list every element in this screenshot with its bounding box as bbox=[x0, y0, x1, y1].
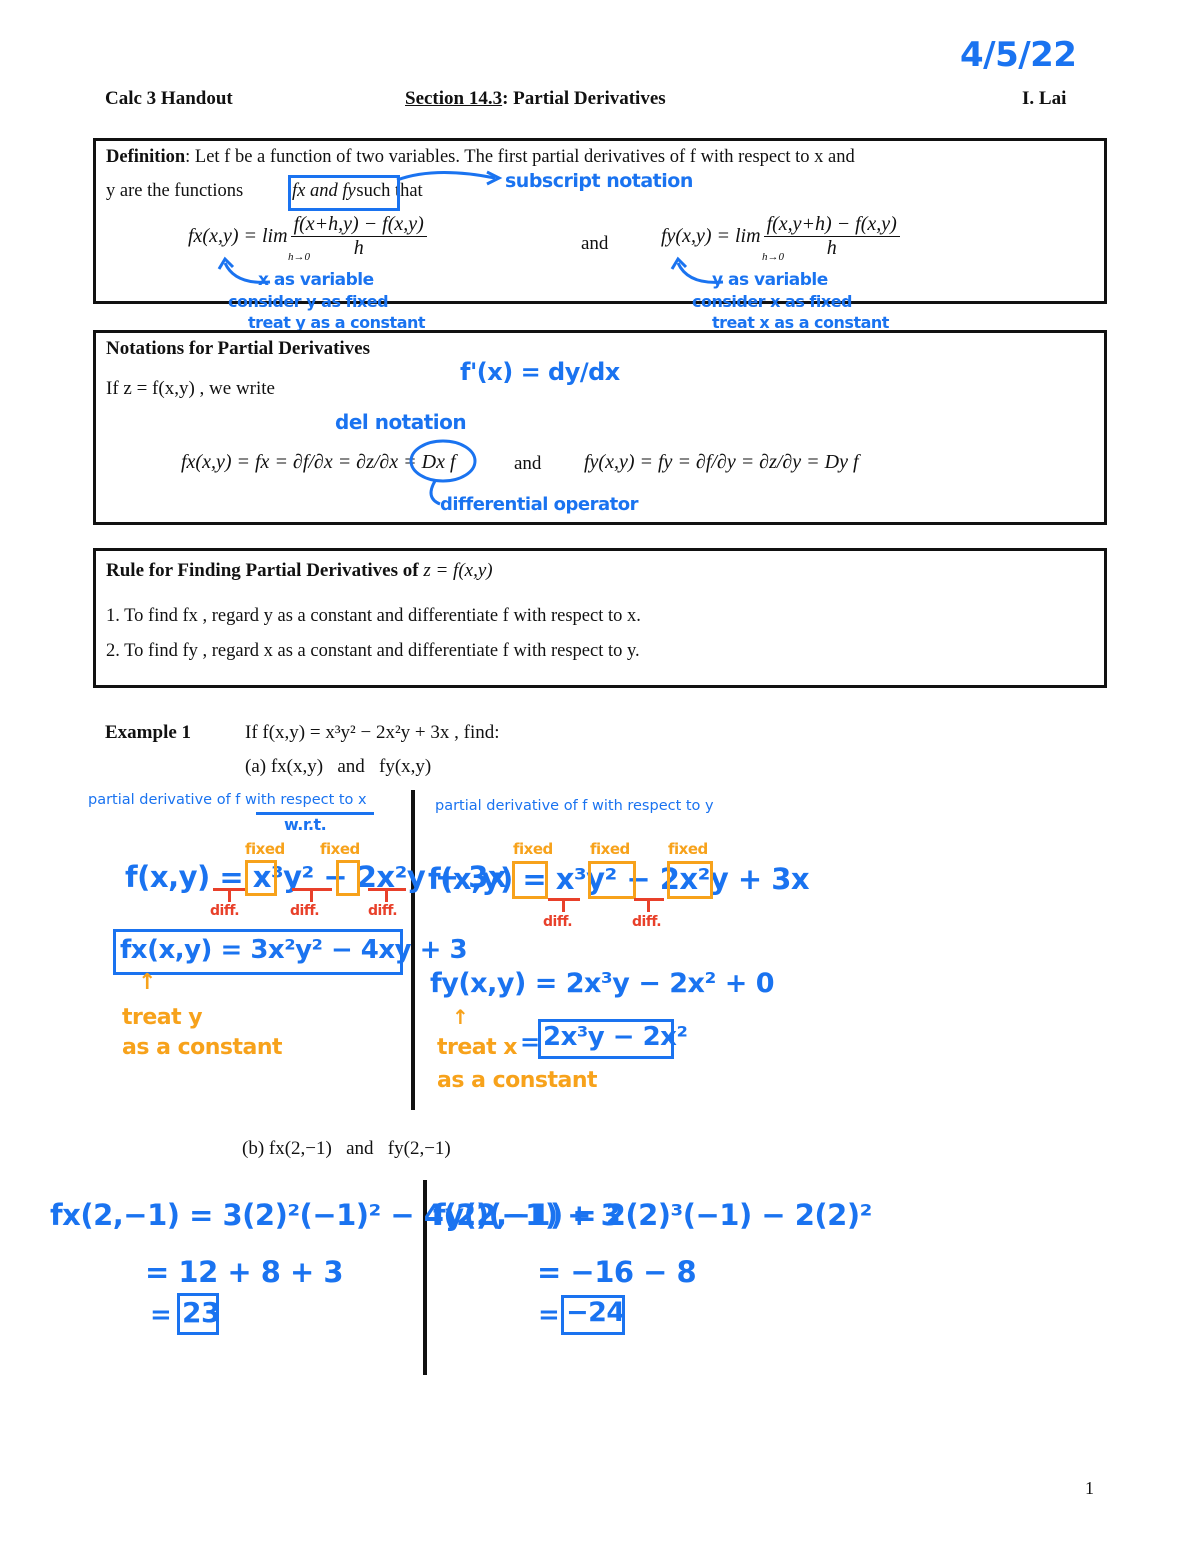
fy-eval-line-2: = −16 − 8 bbox=[537, 1255, 697, 1289]
section-title: : Partial Derivatives bbox=[502, 88, 666, 109]
y-as-variable-note: y as variable bbox=[712, 270, 828, 290]
fy-line-2-eq: = bbox=[520, 1028, 540, 1056]
rule-title-math: z = f(x,y) bbox=[423, 560, 493, 581]
definition-line-1: Definition: Let f be a function of two v… bbox=[106, 147, 855, 168]
fx-formula-numerator: f(x+h,y) − f(x,y) bbox=[290, 213, 427, 237]
fixed-box-y bbox=[336, 860, 360, 896]
rule-box: Rule for Finding Partial Derivatives of … bbox=[93, 548, 1107, 688]
rule-title-line: Rule for Finding Partial Derivatives of … bbox=[106, 560, 493, 582]
fy-line-1: fy(x,y) = 2x³y − 2x² + 0 bbox=[430, 968, 775, 999]
x-as-variable-note: x as variable bbox=[258, 270, 374, 290]
subscript-highlight-box bbox=[288, 175, 400, 211]
fy-eval-line-1: fy(2,−1) = 2(2)³(−1) − 2(2)² bbox=[433, 1198, 872, 1232]
right-column-heading: partial derivative of f with respect to … bbox=[435, 798, 714, 814]
definition-label: Definition bbox=[106, 147, 186, 167]
fixed-label-2: fixed bbox=[320, 840, 360, 858]
example-label: Example 1 bbox=[105, 722, 192, 743]
treat-y-note: treat y bbox=[122, 1005, 203, 1030]
treat-x-note: treat x bbox=[437, 1035, 518, 1060]
fy-formula-numerator: f(x,y+h) − f(x,y) bbox=[763, 213, 900, 237]
section-heading: Section 14.3: Partial Derivatives bbox=[405, 88, 666, 110]
fixed-box-y2 bbox=[245, 860, 277, 896]
diff-stem-5 bbox=[647, 898, 650, 912]
wrt-annotation: w.r.t. bbox=[284, 815, 327, 834]
fixed-label-3: fixed bbox=[513, 840, 553, 858]
fx-formula-lhs: fx(x,y) = lim bbox=[188, 225, 288, 247]
consider-y-fixed-note: consider y as fixed bbox=[228, 292, 389, 311]
as-constant-note-left: as a constant bbox=[122, 1035, 283, 1060]
subscript-arrow-icon bbox=[396, 170, 503, 186]
fixed-label-5: fixed bbox=[668, 840, 708, 858]
treat-x-arrow-icon: ↑ bbox=[452, 1005, 469, 1029]
fixed-box-2x2 bbox=[588, 861, 636, 899]
fx-eval-line-2: = 12 + 8 + 3 bbox=[145, 1255, 344, 1289]
differential-operator-annotation: differential operator bbox=[440, 494, 639, 515]
fx-answer: 23 bbox=[182, 1296, 220, 1329]
del-notation-annotation: del notation bbox=[335, 410, 467, 434]
as-constant-note-right: as a constant bbox=[437, 1068, 598, 1093]
example-part-a: (a) fx(x,y) and fy(x,y) bbox=[245, 756, 432, 777]
fx-lim-under: h→0 bbox=[288, 251, 310, 263]
fixed-label-1: fixed bbox=[245, 840, 285, 858]
notations-title: Notations for Partial Derivatives bbox=[106, 338, 371, 359]
diff-label-5: diff. bbox=[632, 914, 662, 930]
fx-eval-line-3-eq: = bbox=[150, 1300, 172, 1330]
definition-text-1: : Let f be a function of two variables. … bbox=[185, 147, 855, 167]
diff-label-3: diff. bbox=[368, 903, 398, 919]
subscript-notation-annotation: subscript notation bbox=[505, 170, 693, 192]
rule-item-2: 2. To find fy , regard x as a constant a… bbox=[106, 641, 640, 661]
definition-and: and bbox=[581, 233, 609, 254]
fy-answer: −24 bbox=[566, 1297, 625, 1328]
handout-title: Calc 3 Handout bbox=[105, 88, 233, 109]
diff-stem-3 bbox=[385, 888, 388, 902]
diff-stem-2 bbox=[310, 888, 313, 902]
notations-and: and bbox=[514, 453, 542, 474]
diff-label-4: diff. bbox=[543, 914, 573, 930]
fixed-label-4: fixed bbox=[590, 840, 630, 858]
fy-formula-denominator: h bbox=[826, 237, 837, 259]
definition-text-2a: y are the functions bbox=[106, 181, 244, 201]
diff-stem-1 bbox=[228, 888, 231, 902]
example-prompt: If f(x,y) = x³y² − 2x²y + 3x , find: bbox=[245, 722, 500, 743]
fy-result: 2x³y − 2x² bbox=[543, 1022, 688, 1052]
fx-formula-denominator: h bbox=[353, 237, 364, 259]
section-number: Section 14.3 bbox=[405, 88, 503, 109]
rule-item-1: 1. To find fx , regard y as a constant a… bbox=[106, 606, 641, 626]
rule-title: Rule for Finding Partial Derivatives of bbox=[106, 560, 419, 581]
notations-intro: If z = f(x,y) , we write bbox=[106, 378, 275, 399]
page-number: 1 bbox=[1085, 1478, 1094, 1498]
fx-result: fx(x,y) = 3x²y² − 4xy + 3 bbox=[120, 935, 468, 965]
left-column-heading: partial derivative of f with respect to … bbox=[88, 792, 367, 808]
author: I. Lai bbox=[1022, 88, 1067, 109]
consider-x-fixed-note: consider x as fixed bbox=[692, 292, 853, 311]
diff-label-1: diff. bbox=[210, 903, 240, 919]
fixed-box-x3 bbox=[512, 861, 548, 899]
example-part-b: (b) fx(2,−1) and fy(2,−1) bbox=[242, 1138, 451, 1159]
diff-label-2: diff. bbox=[290, 903, 320, 919]
fy-lim-under: h→0 bbox=[762, 251, 784, 263]
fprime-annotation: f'(x) = dy/dx bbox=[460, 358, 620, 386]
fy-notation-chain: fy(x,y) = fy = ∂f/∂y = ∂z/∂y = Dy f bbox=[584, 451, 859, 473]
date-annotation: 4/5/22 bbox=[960, 35, 1077, 75]
fixed-box-3x bbox=[667, 861, 713, 899]
treat-y-arrow-icon: ↑ bbox=[138, 970, 156, 995]
fy-formula-lhs: fy(x,y) = lim bbox=[661, 225, 761, 247]
fy-eval-line-3-eq: = bbox=[538, 1300, 560, 1330]
diff-stem-4 bbox=[562, 898, 565, 912]
